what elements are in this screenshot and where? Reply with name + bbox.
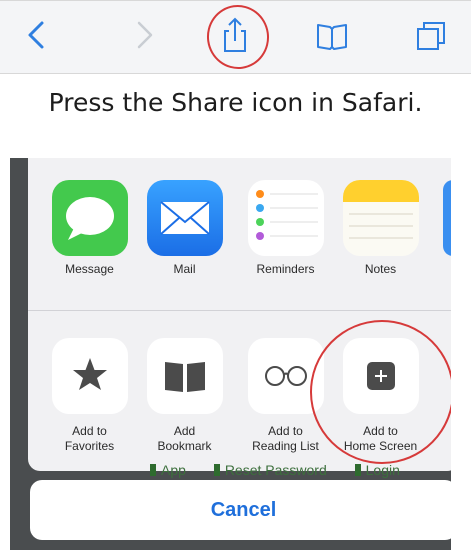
mail-icon <box>146 180 223 256</box>
message-icon <box>51 180 128 256</box>
partial-app-icon <box>443 180 451 256</box>
share-sheet-screenshot: Message Mail Reminders Notes Add to Favo… <box>10 158 451 550</box>
background-link: Reset Password <box>224 462 327 478</box>
action-add-bookmark[interactable]: Add Bookmark <box>137 338 232 454</box>
cancel-button[interactable]: Cancel <box>30 480 451 540</box>
app-notes[interactable]: Notes <box>333 180 428 276</box>
tabs-icon[interactable] <box>410 15 450 55</box>
book-icon <box>146 338 223 414</box>
app-mail[interactable]: Mail <box>137 180 232 276</box>
row-divider <box>28 310 451 311</box>
background-link: Login <box>365 462 400 478</box>
notes-icon <box>342 180 419 256</box>
action-label: Add to Favorites <box>64 424 115 453</box>
reminders-icon <box>247 180 324 256</box>
app-label: Message <box>65 262 114 276</box>
back-chevron-icon[interactable] <box>18 15 58 55</box>
forward-chevron-icon[interactable] <box>125 15 165 55</box>
action-label: Add to Reading List <box>252 424 319 453</box>
action-label: Add Bookmark <box>157 424 212 453</box>
star-icon <box>51 338 128 414</box>
app-label: Notes <box>364 262 397 276</box>
app-label: Reminders <box>256 262 315 276</box>
app-label: Mail <box>173 262 196 276</box>
app-message[interactable]: Message <box>42 180 137 276</box>
instruction-caption: Press the Share icon in Safari. <box>48 88 423 117</box>
bookmarks-icon[interactable] <box>312 15 352 55</box>
app-reminders[interactable]: Reminders <box>238 180 333 276</box>
background-link: App <box>161 462 186 478</box>
action-add-to-favorites[interactable]: Add to Favorites <box>42 338 137 454</box>
